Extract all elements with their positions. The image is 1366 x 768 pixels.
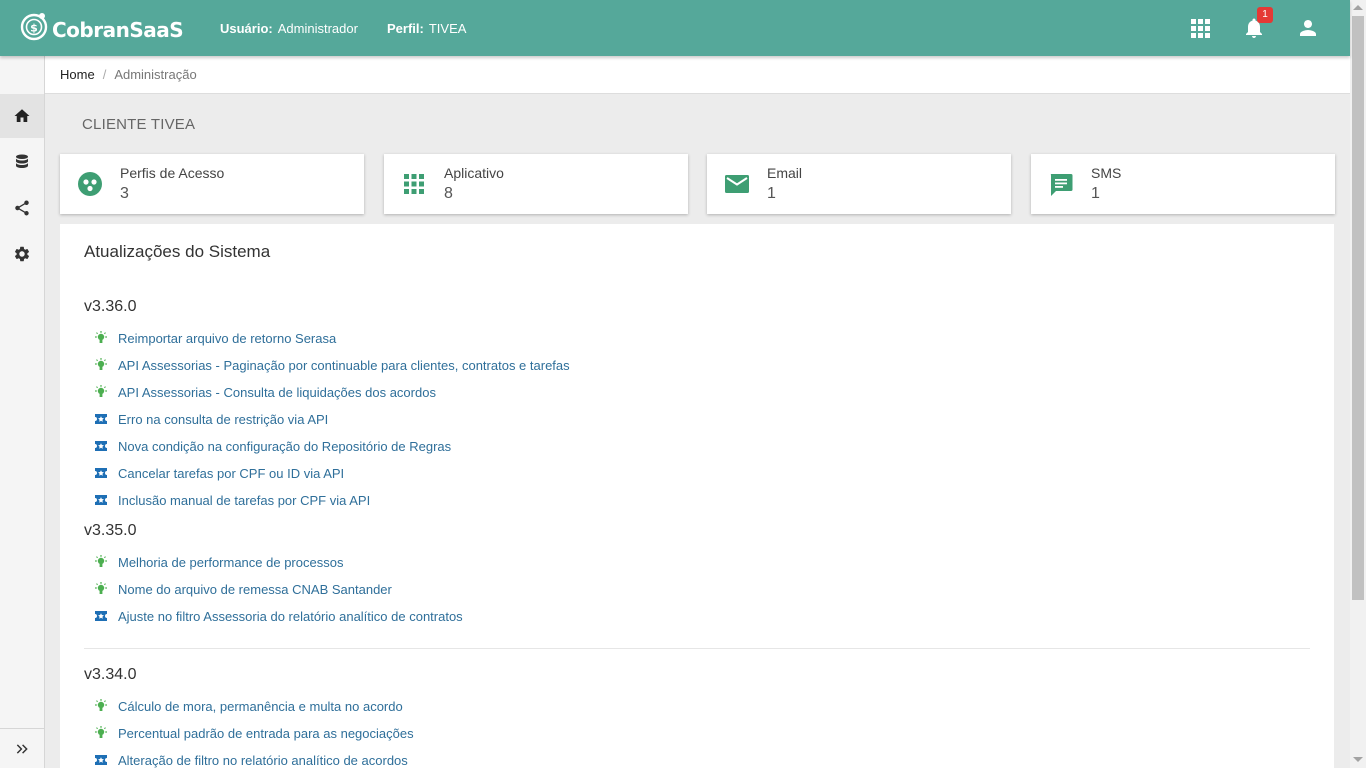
update-item[interactable]: Cálculo de mora, permanência e multa no …: [94, 696, 403, 716]
update-item-text: Melhoria de performance de processos: [118, 554, 344, 570]
card-value: 1: [767, 185, 776, 202]
update-item[interactable]: Ajuste no filtro Assessoria do relatório…: [94, 606, 463, 626]
update-item-text: Alteração de filtro no relatório analíti…: [118, 752, 408, 768]
card-value: 1: [1091, 185, 1100, 202]
breadcrumb: Home / Administração: [45, 56, 1350, 94]
update-item-text: Erro na consulta de restrição via API: [118, 411, 329, 427]
sidebar-item-database[interactable]: [0, 140, 44, 184]
notification-badge: 1: [1257, 7, 1273, 23]
lightbulb-icon: [94, 555, 108, 569]
update-item[interactable]: API Assessorias - Paginação por continua…: [94, 355, 570, 375]
apps-grid-icon[interactable]: [1188, 16, 1212, 40]
bug-ticket-icon: [94, 753, 108, 767]
logo-coin-icon: $: [20, 13, 48, 41]
update-item[interactable]: Melhoria de performance de processos: [94, 552, 343, 572]
top-app-bar: $ CobranSaaS Usuário: Administrador Perf…: [0, 0, 1350, 56]
user-info: Usuário: Administrador: [220, 21, 358, 36]
version-heading: v3.36.0: [84, 298, 137, 315]
bug-ticket-icon: [94, 466, 108, 480]
update-item[interactable]: API Assessorias - Consulta de liquidaçõe…: [94, 382, 436, 402]
app-logo[interactable]: $ CobranSaaS: [18, 10, 184, 42]
home-icon: [14, 109, 30, 122]
page-title: CLIENTE TIVEA: [82, 116, 196, 133]
svg-text:$: $: [30, 22, 38, 35]
update-item-text: API Assessorias - Consulta de liquidaçõe…: [118, 384, 436, 400]
bug-ticket-icon: [94, 412, 108, 426]
profile-value: TIVEA: [428, 21, 467, 36]
sidebar-item-home[interactable]: [0, 94, 44, 138]
profile-info: Perfil: TIVEA: [387, 21, 466, 36]
update-item[interactable]: Alteração de filtro no relatório analíti…: [94, 750, 408, 768]
card-label: Aplicativo: [444, 165, 504, 181]
card-value: 8: [444, 185, 453, 202]
card-email[interactable]: Email 1: [707, 154, 1011, 214]
card-label: Perfis de Acesso: [120, 165, 225, 181]
chat-icon: [1050, 174, 1073, 196]
account-icon[interactable]: [1296, 16, 1320, 40]
brand-name: CobranSaaS: [52, 18, 184, 42]
scroll-down-arrow-icon[interactable]: [1353, 757, 1363, 762]
lightbulb-icon: [94, 582, 108, 596]
card-aplicativo[interactable]: Aplicativo 8: [384, 154, 688, 214]
update-item-text: Reimportar arquivo de retorno Serasa: [118, 330, 337, 346]
update-item-text: Cálculo de mora, permanência e multa no …: [118, 698, 403, 714]
update-item-text: API Assessorias - Paginação por continua…: [118, 357, 570, 373]
update-item[interactable]: Percentual padrão de entrada para as neg…: [94, 723, 414, 743]
breadcrumb-separator: /: [102, 67, 107, 82]
bug-ticket-icon: [94, 493, 108, 507]
update-item[interactable]: Cancelar tarefas por CPF ou ID via API: [94, 463, 344, 483]
card-perfis-de-acesso[interactable]: Perfis de Acesso 3: [60, 154, 364, 214]
sidebar-item-settings[interactable]: [0, 232, 44, 276]
card-label: Email: [767, 165, 803, 181]
sidebar: [0, 56, 45, 768]
update-item[interactable]: Nova condição na configuração do Reposit…: [94, 436, 451, 456]
update-item-text: Inclusão manual de tarefas por CPF via A…: [118, 492, 371, 508]
scroll-up-arrow-icon[interactable]: [1353, 5, 1363, 10]
sidebar-item-share[interactable]: [0, 186, 44, 230]
panel-title: Atualizações do Sistema: [84, 242, 271, 261]
lightbulb-icon: [94, 331, 108, 345]
card-label: SMS: [1091, 165, 1122, 181]
update-item[interactable]: Erro na consulta de restrição via API: [94, 409, 328, 429]
breadcrumb-current: Administração: [114, 67, 197, 82]
update-item-text: Nome do arquivo de remessa CNAB Santande…: [118, 581, 392, 597]
lightbulb-icon: [94, 358, 108, 372]
user-label: Usuário:: [220, 21, 273, 36]
update-item[interactable]: Reimportar arquivo de retorno Serasa: [94, 328, 336, 348]
update-item-text: Ajuste no filtro Assessoria do relatório…: [118, 608, 463, 624]
share-icon: [15, 200, 29, 216]
gear-icon: [14, 246, 30, 262]
update-item-text: Nova condição na configuração do Reposit…: [118, 438, 452, 454]
divider: [84, 648, 1310, 649]
update-item-text: Percentual padrão de entrada para as neg…: [118, 725, 414, 741]
profile-label: Perfil:: [387, 21, 424, 36]
bug-ticket-icon: [94, 439, 108, 453]
double-chevron-right-icon: [16, 743, 28, 754]
card-value: 3: [120, 185, 129, 202]
scrollbar-thumb[interactable]: [1352, 16, 1364, 600]
lightbulb-icon: [94, 699, 108, 713]
group-circle-icon: [78, 172, 102, 196]
version-heading: v3.35.0: [84, 522, 137, 539]
lightbulb-icon: [94, 385, 108, 399]
update-item[interactable]: Nome do arquivo de remessa CNAB Santande…: [94, 579, 392, 599]
mail-icon: [725, 175, 749, 193]
update-item-text: Cancelar tarefas por CPF ou ID via API: [118, 465, 345, 481]
sidebar-expand-button[interactable]: [0, 728, 44, 768]
user-value: Administrador: [277, 21, 358, 36]
update-item[interactable]: Inclusão manual de tarefas por CPF via A…: [94, 490, 370, 510]
apps-grid-icon: [404, 174, 424, 194]
lightbulb-icon: [94, 726, 108, 740]
breadcrumb-home-link[interactable]: Home: [60, 67, 95, 82]
bug-ticket-icon: [94, 609, 108, 623]
database-icon: [16, 154, 28, 168]
version-heading: v3.34.0: [84, 666, 137, 683]
card-sms[interactable]: SMS 1: [1031, 154, 1335, 214]
system-updates-panel: Atualizações do Sistema v3.36.0 Reimport…: [60, 224, 1334, 768]
